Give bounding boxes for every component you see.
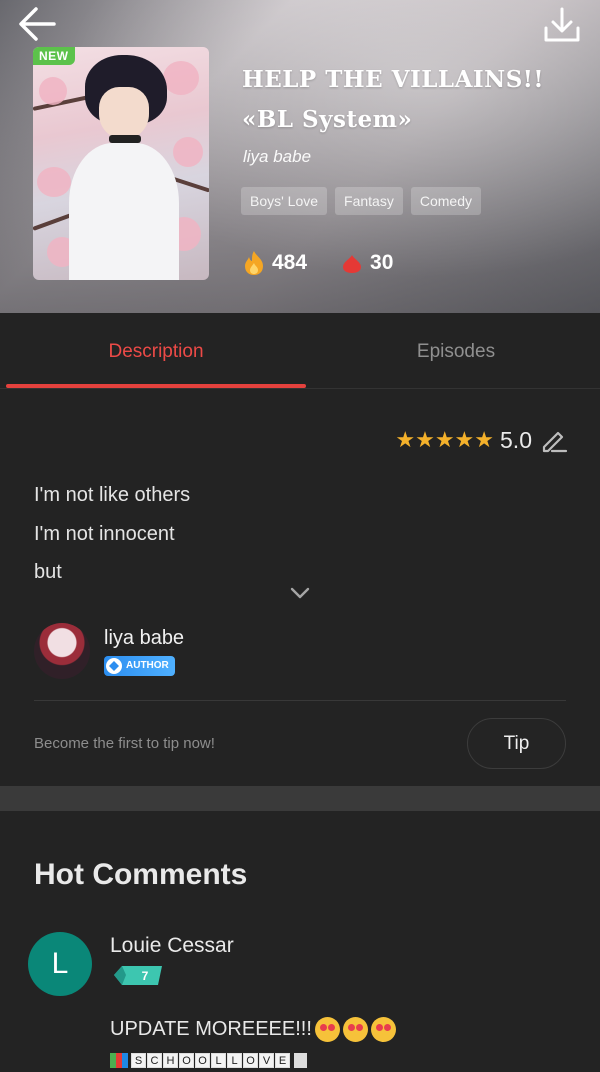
likes-stat: 30 [341,251,393,275]
author-avatar[interactable] [34,623,90,679]
book-icon [294,1053,307,1068]
comment-signature: S C H O O L L O V E [110,1053,307,1068]
views-count: 484 [272,251,308,274]
book-stats: 484 30 [243,250,427,276]
star-eyes-emoji-icon [342,1017,368,1042]
new-badge: NEW [33,47,75,65]
likes-count: 30 [370,251,394,274]
tab-bar: Description Episodes [0,313,600,389]
signature-letter: S [131,1053,146,1068]
tab-description[interactable]: Description [6,313,306,389]
views-stat: 484 [243,250,307,276]
heart-eyes-emoji-icon [314,1017,340,1042]
description-line: I'm not innocent [34,522,175,545]
expand-description-button[interactable] [289,585,311,601]
comment-body: UPDATE MOREEEE!!! [110,1018,312,1040]
description-line: but [34,561,62,583]
star-icon: ★ [454,427,475,452]
signature-letter: C [147,1053,162,1068]
book-title: HELP THE VILLAINS!! «BL System» [242,66,544,133]
level-badge: 7 [114,966,162,985]
star-icon: ★ [415,427,435,452]
tag-fantasy[interactable]: Fantasy [335,187,403,215]
back-arrow-icon [19,7,56,41]
tag-boys-love[interactable]: Boys' Love [241,187,328,215]
author-badge-label: AUTHOR [126,660,169,671]
star-icon: ★ [434,427,455,452]
signature-letter: L [211,1053,226,1068]
book-cover[interactable] [33,47,209,280]
description-line: I'm not like others [34,484,191,506]
description-text: I'm not like others I'm not innocent but [34,476,190,592]
comment-text: UPDATE MOREEEE!!! [110,1017,396,1042]
book-author[interactable]: liya babe [243,147,311,167]
author-card[interactable]: liya babe AUTHOR [34,623,184,679]
back-button[interactable] [16,4,60,44]
tip-prompt: Become the first to tip now! [34,735,215,752]
star-eyes-emoji-icon [370,1017,396,1042]
tip-button[interactable]: Tip [467,718,566,769]
chevron-down-icon [290,587,310,599]
star-icon: ★ [395,427,416,452]
download-button[interactable] [542,6,582,44]
tab-episodes[interactable]: Episodes [306,313,600,389]
section-divider [0,786,600,811]
star-icon: ★ [474,427,495,452]
comment-avatar[interactable]: L [28,932,92,996]
tag-comedy[interactable]: Comedy [410,187,481,215]
signature-letter: O [195,1053,210,1068]
download-icon [544,7,580,42]
signature-letter: E [275,1053,290,1068]
pencil-icon[interactable] [540,427,568,453]
divider [34,700,566,701]
heart-icon [343,255,362,273]
signature-letter: V [259,1053,274,1068]
diamond-icon [106,657,122,674]
active-tab-indicator [6,384,306,388]
star-rating: ★ ★ ★ ★ ★ [395,426,494,454]
level-value: 7 [142,969,149,983]
comment-username[interactable]: Louie Cessar [110,934,234,958]
signature-letter: L [227,1053,242,1068]
genre-tags: Boys' Love Fantasy Comedy [241,187,481,215]
hot-comments-title: Hot Comments [34,858,248,891]
author-badge: AUTHOR [104,655,175,676]
rating: ★ ★ ★ ★ ★ 5.0 [395,426,568,454]
signature-letter: O [243,1053,258,1068]
rating-value: 5.0 [500,426,532,453]
signature-letter: H [163,1053,178,1068]
signature-letter: O [179,1053,194,1068]
book-header: NEW HELP THE VILLAINS!! «BL System» liya… [0,0,600,313]
fire-icon [245,251,263,275]
books-icon [110,1053,128,1068]
author-name[interactable]: liya babe [104,627,184,650]
